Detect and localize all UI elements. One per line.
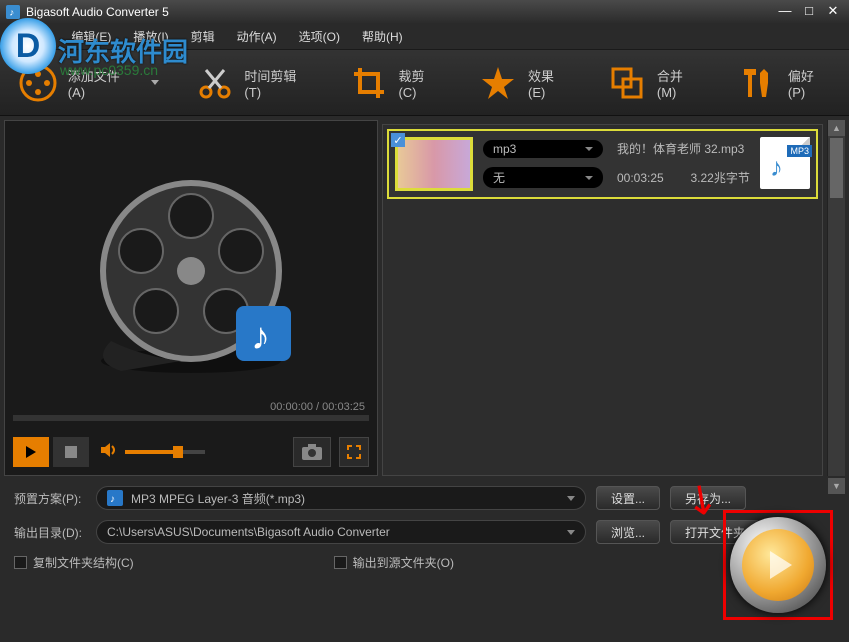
merge-icon — [607, 63, 647, 103]
svg-text:♪: ♪ — [10, 8, 15, 19]
crop-button[interactable]: 裁剪(C) — [331, 50, 461, 115]
seek-bar[interactable] — [13, 415, 369, 421]
preferences-button[interactable]: 偏好(P) — [720, 50, 849, 115]
maximize-button[interactable]: □ — [799, 4, 819, 20]
menu-file[interactable]: 文件(F) — [10, 28, 49, 45]
toolbar: 添加文件(A) 时间剪辑(T) 裁剪(C) 效果(E) 合并(M) 偏好(P) — [0, 50, 849, 116]
scroll-down-icon[interactable]: ▼ — [828, 478, 845, 494]
svg-text:♪: ♪ — [110, 494, 115, 505]
settings-button[interactable]: 设置... — [596, 486, 660, 510]
chevron-down-icon — [567, 530, 575, 535]
volume-slider[interactable] — [125, 450, 205, 454]
chevron-down-icon — [567, 496, 575, 501]
trim-button[interactable]: 时间剪辑(T) — [177, 50, 331, 115]
menu-help[interactable]: 帮助(H) — [362, 28, 403, 45]
fullscreen-button[interactable] — [339, 437, 369, 467]
scissors-icon — [195, 63, 235, 103]
profile-label: 预置方案(P): — [14, 490, 86, 507]
annotation-box — [723, 510, 833, 620]
time-display: 00:00:00 / 00:03:25 — [270, 401, 365, 413]
merge-button[interactable]: 合并(M) — [589, 50, 720, 115]
svg-text:♪: ♪ — [251, 316, 270, 358]
menu-bar: 文件(F) 编辑(E) 播放(I) 剪辑 动作(A) 选项(O) 帮助(H) — [0, 24, 849, 50]
minimize-button[interactable]: — — [775, 4, 795, 20]
scrollbar[interactable]: ▲ ▼ — [827, 120, 845, 476]
checkbox-icon[interactable]: ✓ — [391, 133, 405, 147]
stop-button[interactable] — [53, 437, 89, 467]
format-dropdown[interactable]: mp3 — [483, 140, 603, 158]
volume-icon[interactable] — [101, 442, 119, 463]
crop-icon — [349, 63, 389, 103]
menu-play[interactable]: 播放(I) — [133, 28, 168, 45]
output-label: 输出目录(D): — [14, 524, 86, 541]
output-source-checkbox[interactable]: 输出到源文件夹(O) — [334, 554, 454, 571]
close-button[interactable]: ✕ — [823, 4, 843, 20]
scroll-thumb[interactable] — [830, 138, 843, 198]
effect-button[interactable]: 效果(E) — [460, 50, 589, 115]
play-icon — [770, 551, 792, 579]
menu-action[interactable]: 动作(A) — [237, 28, 277, 45]
file-name: 我的！体育老师 32.mp3 — [617, 140, 750, 157]
preview-panel: ♪ 00:00:00 / 00:03:25 — [4, 120, 378, 476]
output-path-dropdown[interactable]: C:\Users\ASUS\Documents\Bigasoft Audio C… — [96, 520, 586, 544]
browse-button[interactable]: 浏览... — [596, 520, 660, 544]
scroll-up-icon[interactable]: ▲ — [828, 120, 845, 136]
copy-structure-checkbox[interactable]: 复制文件夹结构(C) — [14, 554, 134, 571]
file-type-icon: MP3 ♪ — [760, 137, 810, 189]
chevron-down-icon — [151, 80, 159, 85]
film-reel-icon — [18, 63, 58, 103]
mp3-icon: ♪ — [107, 490, 123, 506]
menu-clip[interactable]: 剪辑 — [191, 28, 215, 45]
preview-image: ♪ — [5, 121, 377, 421]
subtitle-dropdown[interactable]: 无 — [483, 167, 603, 188]
profile-dropdown[interactable]: ♪ MP3 MPEG Layer-3 音频(*.mp3) — [96, 486, 586, 510]
menu-edit[interactable]: 编辑(E) — [71, 28, 111, 45]
app-icon: ♪ — [6, 5, 20, 19]
play-button[interactable] — [13, 437, 49, 467]
add-file-button[interactable]: 添加文件(A) — [0, 50, 177, 115]
snapshot-button[interactable] — [293, 437, 331, 467]
thumbnail — [395, 137, 473, 191]
size-label: 3.22兆字节 — [691, 169, 751, 186]
convert-button[interactable] — [730, 517, 826, 613]
file-list: ✓ mp3 我的！体育老师 32.mp3 无 00:03:25 3.22兆字节 … — [382, 124, 823, 476]
duration-label: 00:03:25 — [617, 171, 677, 185]
file-item[interactable]: ✓ mp3 我的！体育老师 32.mp3 无 00:03:25 3.22兆字节 … — [387, 129, 818, 199]
menu-option[interactable]: 选项(O) — [299, 28, 340, 45]
star-icon — [478, 63, 518, 103]
window-title: Bigasoft Audio Converter 5 — [26, 5, 169, 19]
tools-icon — [738, 63, 778, 103]
